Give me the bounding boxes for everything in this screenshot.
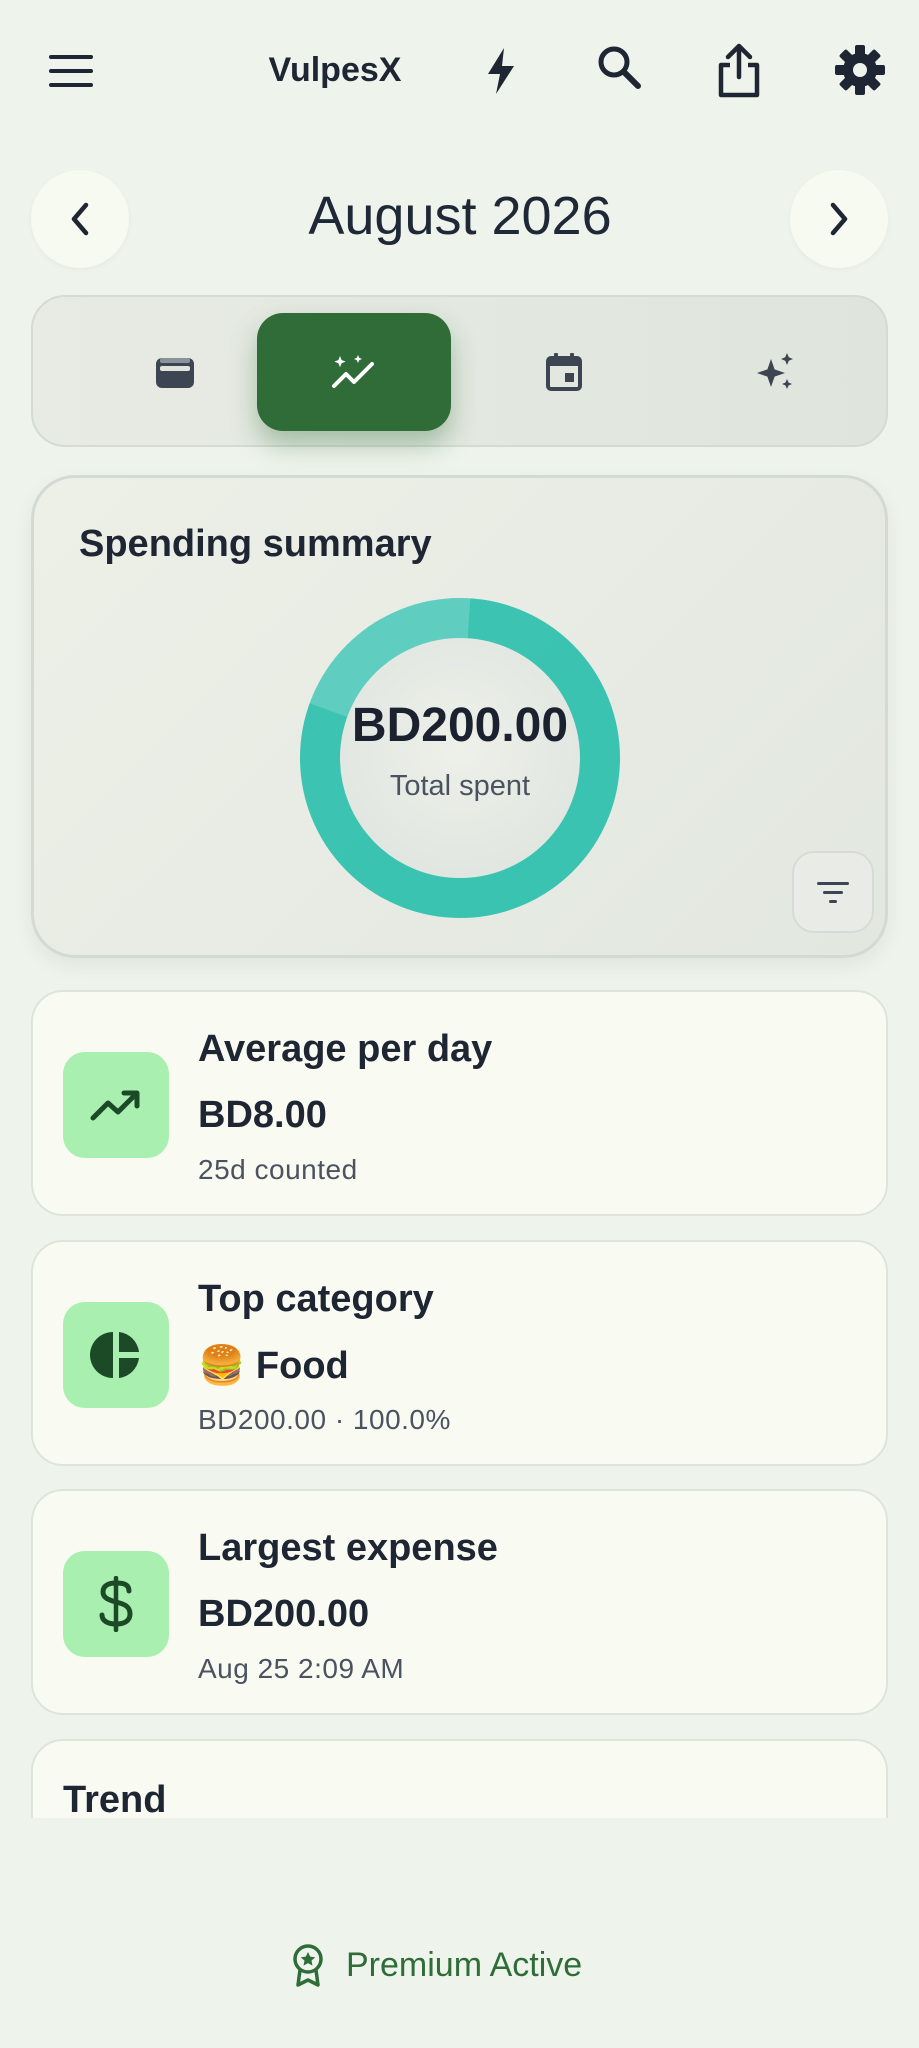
stat-subtitle: 25d counted: [198, 1154, 358, 1185]
insights-chart-icon: [332, 355, 374, 388]
previous-month-button[interactable]: [31, 170, 129, 268]
stat-icon-box: [63, 1551, 169, 1657]
chevron-right-icon: [830, 202, 848, 236]
search-icon: [598, 46, 641, 89]
gear-icon: [835, 45, 885, 95]
average-per-day-card[interactable]: Average per day BD8.00 25d counted: [31, 990, 888, 1216]
total-spent-caption: Total spent: [389, 770, 531, 802]
next-month-button[interactable]: [790, 170, 888, 268]
card-title: Spending summary: [79, 523, 432, 565]
category-name: Food: [255, 1345, 349, 1387]
stat-value: BD200.00: [198, 1593, 370, 1635]
chevron-left-icon: [71, 202, 89, 236]
menu-button[interactable]: [36, 36, 106, 106]
trend-card[interactable]: Trend: [31, 1739, 888, 1818]
award-badge-icon: [293, 1944, 323, 1987]
tab-wallet[interactable]: [78, 313, 272, 431]
tab-ai-insights[interactable]: [678, 313, 872, 431]
total-spent-value: BD200.00: [351, 699, 569, 752]
pie-chart-icon: [90, 1332, 139, 1378]
stat-title: Largest expense: [198, 1527, 498, 1569]
view-tab-bar: [31, 295, 888, 447]
spending-summary-card: Spending summary BD200.00 Total spent: [31, 475, 888, 958]
stat-value: 🍔 Food: [198, 1344, 349, 1388]
spending-donut-chart: BD200.00 Total spent: [300, 598, 620, 918]
share-icon: [718, 43, 760, 98]
stat-subtitle: Aug 25 2:09 AM: [198, 1653, 405, 1684]
trending-up-icon: [90, 1090, 140, 1121]
stat-title: Top category: [198, 1278, 434, 1320]
stat-value: BD8.00: [198, 1094, 327, 1136]
stat-title: Average per day: [198, 1028, 493, 1070]
settings-button[interactable]: [824, 34, 896, 106]
month-label: August 2026: [308, 186, 612, 246]
calendar-icon: [546, 353, 582, 391]
scroll-viewport-edge: Trend: [0, 1735, 919, 1818]
dollar-icon: [99, 1576, 133, 1632]
filter-button[interactable]: [792, 851, 874, 933]
stat-icon-box: [63, 1052, 169, 1158]
donut-svg: [300, 598, 620, 918]
app-title: VulpesX: [268, 50, 402, 89]
quick-add-button[interactable]: [466, 36, 536, 106]
share-button[interactable]: [704, 36, 774, 106]
search-button[interactable]: [584, 32, 654, 102]
wallet-icon: [156, 358, 194, 388]
premium-label: Premium Active: [346, 1945, 583, 1984]
card-title: Trend: [63, 1779, 167, 1818]
menu-icon: [49, 55, 93, 87]
sparkle-icon: [757, 353, 793, 389]
stat-subtitle: BD200.00 · 100.0%: [198, 1404, 451, 1435]
tab-calendar[interactable]: [467, 313, 661, 431]
category-emoji: 🍔: [198, 1345, 246, 1387]
filter-icon: [817, 882, 849, 903]
top-category-card[interactable]: Top category 🍔 Food BD200.00 · 100.0%: [31, 1240, 888, 1466]
tab-insights[interactable]: [257, 313, 451, 431]
lightning-icon: [488, 48, 514, 94]
stat-icon-box: [63, 1302, 169, 1408]
largest-expense-card[interactable]: Largest expense BD200.00 Aug 25 2:09 AM: [31, 1489, 888, 1715]
premium-status[interactable]: Premium Active: [290, 1930, 630, 2000]
